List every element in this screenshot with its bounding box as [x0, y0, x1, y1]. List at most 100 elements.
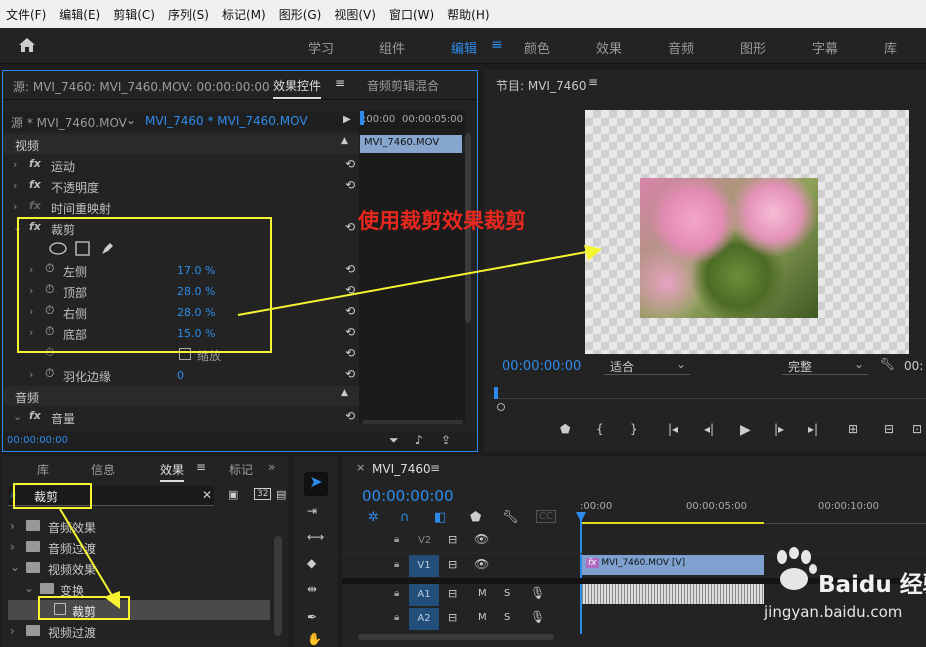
go-to-out-icon[interactable]: ▸| — [808, 422, 818, 436]
effect-row-opacity[interactable]: › fx 不透明度 ⟲ — [9, 176, 357, 197]
hand-tool-icon[interactable]: ✋ — [307, 632, 322, 646]
reset-icon[interactable]: ⟲ — [345, 178, 355, 192]
play-triangle-icon[interactable]: ▶ — [343, 114, 351, 125]
scrollbar[interactable] — [274, 536, 282, 636]
crop-param-feather[interactable]: › ⏱ 羽化边缘 0 ⟲ — [9, 365, 357, 386]
step-back-icon[interactable]: ◂| — [704, 422, 714, 436]
mark-out-icon[interactable]: } — [630, 422, 638, 436]
work-area-bar[interactable] — [580, 522, 764, 524]
solo-button[interactable]: S — [504, 588, 510, 599]
mini-zoom-bar[interactable] — [363, 420, 463, 424]
collapse-up-icon[interactable]: ▲ — [341, 388, 348, 398]
panel-menu-icon[interactable]: ≡ — [335, 76, 345, 90]
sync-lock-icon[interactable]: ⊟ — [448, 611, 457, 624]
workspace-graphics[interactable]: 图形 — [740, 38, 766, 57]
menu-graphics[interactable]: 图形(G) — [279, 6, 322, 23]
sequence-clip-label[interactable]: MVI_7460 * MVI_7460.MOV — [145, 114, 308, 128]
yuv-icon[interactable]: ▤ — [276, 488, 286, 501]
snap-icon[interactable]: ∩ — [400, 510, 410, 525]
timeline-ruler[interactable]: :00:00 00:00:05:00 00:00:10:00 — [580, 494, 926, 524]
selection-tool-icon[interactable]: ➤ — [304, 472, 328, 496]
play-icon[interactable]: ▶ — [740, 422, 751, 438]
tab-effects[interactable]: 效果 — [160, 461, 185, 482]
program-timecode[interactable]: 00:00:00:00 — [502, 359, 581, 374]
effect-controls-timecode[interactable]: 00:00:00:00 — [7, 435, 68, 446]
slip-icon[interactable]: ⇹ — [307, 582, 317, 596]
audio-clip-mixer-tab[interactable]: 音频剪辑混合 — [367, 77, 473, 94]
lock-icon[interactable]: 🔒︎ — [394, 588, 399, 599]
pen-tool-icon[interactable]: ✒ — [307, 610, 317, 624]
settings-wrench-icon[interactable]: 🔧︎ — [502, 510, 519, 525]
program-title[interactable]: 节目: MVI_7460 — [496, 77, 587, 94]
reset-icon[interactable]: ⟲ — [345, 157, 355, 171]
tab-libraries[interactable]: 库 — [37, 461, 49, 478]
sequence-tab[interactable]: MVI_7460 — [372, 462, 431, 476]
microphone-icon[interactable]: 🎙︎ — [530, 586, 545, 600]
menu-sequence[interactable]: 序列(S) — [168, 6, 209, 23]
effect-row-motion[interactable]: › fx 运动 ⟲ — [9, 155, 357, 176]
panel-menu-icon[interactable]: ≡ — [430, 461, 440, 475]
mute-button[interactable]: M — [478, 612, 487, 623]
sync-lock-icon[interactable]: ⊟ — [448, 533, 457, 546]
workspace-menu-icon[interactable]: ≡ — [491, 37, 503, 53]
overwrite-icon[interactable]: ⊟ — [884, 422, 894, 436]
menu-file[interactable]: 文件(F) — [6, 6, 46, 23]
quality-dropdown[interactable]: 完整 ⌄ — [782, 357, 868, 375]
add-marker-icon[interactable]: ⬟ — [470, 510, 481, 525]
tab-markers[interactable]: 标记 — [229, 461, 259, 478]
menu-help[interactable]: 帮助(H) — [447, 6, 489, 23]
collapse-up-icon[interactable]: ▲ — [341, 136, 348, 146]
stopwatch-icon[interactable]: ⏱ — [45, 366, 54, 381]
export-frame-icon[interactable]: ⊡ — [912, 422, 922, 436]
reset-icon[interactable]: ⟲ — [345, 220, 355, 234]
effect-controls-tab[interactable]: 效果控件 — [273, 77, 322, 99]
play-audio-icon[interactable]: ♪ — [415, 433, 423, 447]
lock-icon[interactable]: 🔒︎ — [394, 534, 399, 545]
program-scrubber[interactable] — [494, 385, 926, 399]
track-select-icon[interactable]: ⇥ — [307, 504, 317, 518]
workspace-audio[interactable]: 音频 — [668, 38, 694, 57]
panel-menu-icon[interactable]: ≡ — [196, 460, 206, 474]
home-icon[interactable] — [18, 37, 36, 53]
source-patch-a1[interactable]: A1 — [409, 584, 439, 606]
mark-in-icon[interactable]: { — [596, 422, 604, 436]
workspace-editing[interactable]: 编辑 — [451, 38, 477, 57]
source-clip-selector[interactable]: 源 * MVI_7460.MOV — [11, 114, 127, 131]
menu-edit[interactable]: 编辑(E) — [59, 6, 100, 23]
menu-view[interactable]: 视图(V) — [334, 6, 376, 23]
microphone-icon[interactable]: 🎙︎ — [530, 610, 545, 624]
go-to-in-icon[interactable]: |◂ — [668, 422, 678, 436]
32bit-icon[interactable]: 32 — [254, 488, 272, 500]
effect-row-volume[interactable]: ⌄ fx 音量 ⟲ — [9, 407, 357, 428]
source-tab[interactable]: 源: MVI_7460: MVI_7460.MOV: 00:00:00:00 — [13, 78, 270, 95]
clear-icon[interactable]: ✕ — [202, 488, 212, 502]
fit-dropdown[interactable]: 适合 ⌄ — [604, 357, 690, 375]
source-patch-v1[interactable]: V1 — [409, 555, 439, 577]
workspace-libraries[interactable]: 库 — [884, 38, 897, 57]
program-playhead[interactable] — [494, 387, 498, 399]
more-tabs-icon[interactable]: » — [268, 460, 275, 474]
mini-clip-bar[interactable]: MVI_7460.MOV — [360, 135, 462, 153]
workspace-assembly[interactable]: 组件 — [379, 38, 405, 57]
accelerated-effects-icon[interactable]: ▣ — [228, 488, 238, 501]
chevron-down-icon[interactable]: ⌄ — [126, 113, 136, 127]
insert-icon[interactable]: ⊞ — [848, 422, 858, 436]
timeline-hscroll[interactable] — [358, 634, 554, 640]
reset-icon[interactable]: ⟲ — [345, 367, 355, 381]
menu-marker[interactable]: 标记(M) — [222, 6, 266, 23]
solo-button[interactable]: S — [504, 612, 510, 623]
mini-playhead[interactable] — [360, 111, 364, 125]
marker-icon[interactable]: ⬟ — [560, 422, 570, 436]
sync-lock-icon[interactable]: ⊟ — [448, 558, 457, 571]
source-patch-a2[interactable]: A2 — [409, 608, 439, 630]
razor-icon[interactable]: ◆ — [307, 556, 316, 570]
reset-icon[interactable]: ⟲ — [345, 325, 355, 339]
effect-row-time-remap[interactable]: › fx 时间重映射 — [9, 197, 357, 218]
lock-icon[interactable]: 🔒︎ — [394, 559, 399, 570]
workspace-learn[interactable]: 学习 — [308, 38, 334, 57]
panel-menu-icon[interactable]: ≡ — [588, 75, 598, 89]
eye-icon[interactable]: 👁︎ — [474, 532, 489, 546]
menu-clip[interactable]: 剪辑(C) — [113, 6, 155, 23]
reset-icon[interactable]: ⟲ — [345, 346, 355, 360]
export-icon[interactable]: ⇪ — [441, 433, 451, 447]
